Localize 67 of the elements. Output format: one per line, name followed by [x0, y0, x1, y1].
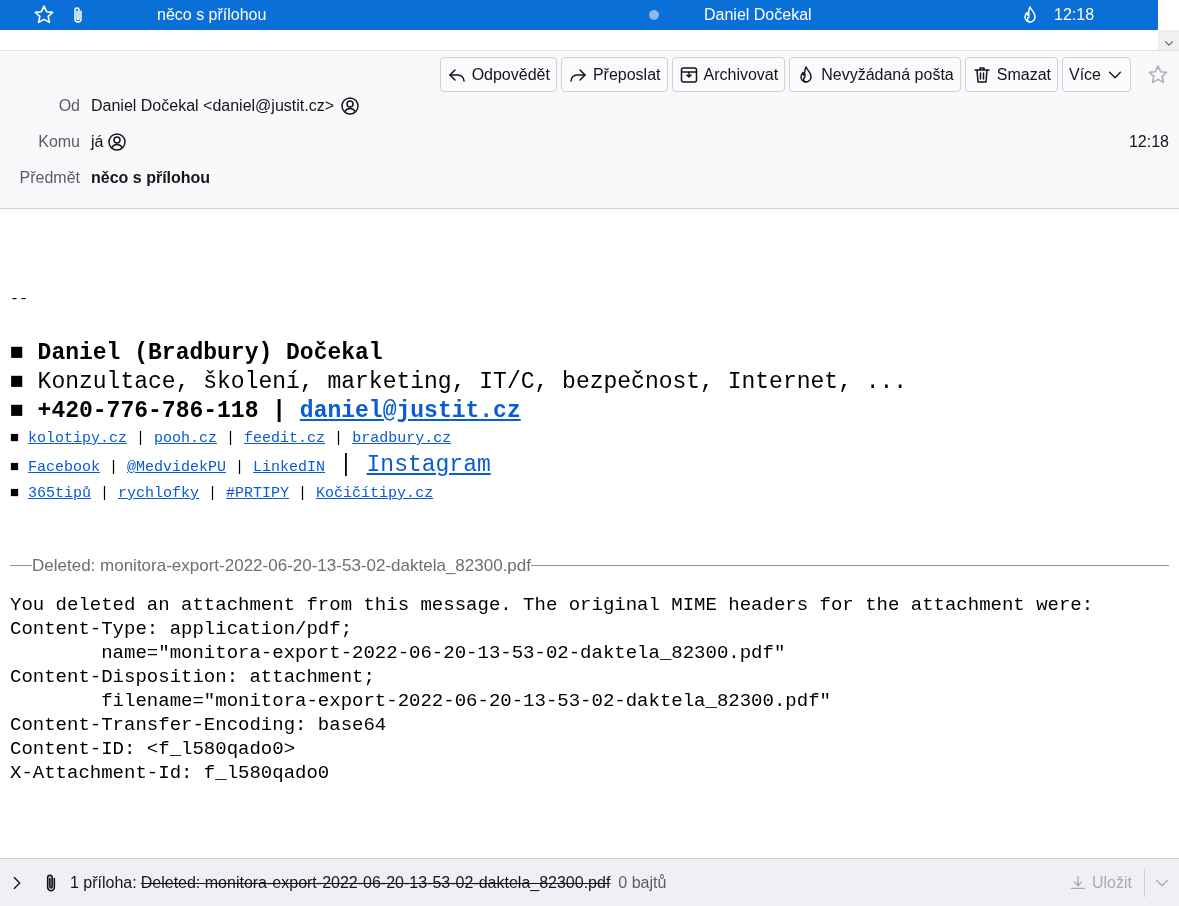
recipient-name[interactable]: já: [91, 130, 104, 154]
signature-link[interactable]: kolotipy.cz: [28, 430, 128, 447]
signature-link[interactable]: rychlofky: [118, 485, 200, 502]
contact-icon[interactable]: [107, 132, 128, 152]
junk-button[interactable]: Nevyžádaná pošta: [789, 57, 961, 92]
signature-text: ■: [10, 430, 20, 447]
signature-link[interactable]: 365tipů: [28, 485, 92, 502]
signature-link[interactable]: feedit.cz: [244, 430, 326, 447]
signature-link[interactable]: Facebook: [28, 459, 101, 476]
signature-link[interactable]: Kočičítipy.cz: [316, 485, 434, 502]
signature-text: |: [225, 430, 237, 447]
signature-text: ■ Daniel (Bradbury) Dočekal: [10, 340, 383, 366]
subject-value: něco s přílohou: [91, 168, 211, 188]
header-label: Od: [57, 96, 80, 116]
mime-header-line: Content-Disposition: attachment;: [10, 664, 376, 689]
signature-text: |: [297, 485, 309, 502]
signature-text: |: [99, 485, 111, 502]
mime-header-line: Content-Transfer-Encoding: base64: [10, 712, 388, 737]
unread-dot-icon: [649, 10, 659, 20]
attachment-filename[interactable]: Deleted: monitora-export-2022-06-20-13-53-02-daktela_82300.pdf: [140, 870, 611, 895]
contact-icon[interactable]: [340, 96, 361, 116]
signature-text: ■: [10, 485, 20, 502]
message-row[interactable]: něco s přílohou Daniel Dočekal 12:18: [0, 0, 1158, 30]
mime-header-line: filename="monitora-export-2022-06-20-13-53-02-daktela_82300.pdf": [100, 688, 832, 713]
time-text: 12:18: [1054, 5, 1095, 25]
mime-header-line: X-Attachment-Id: f_l580qado0: [10, 760, 331, 785]
signature-text: |: [207, 485, 219, 502]
signature-text: |: [337, 452, 354, 478]
signature-text: |: [135, 430, 147, 447]
star-icon[interactable]: [1147, 63, 1169, 86]
mime-header-line: name="monitora-export-2022-06-20-13-53-02-daktela_82300.pdf": [100, 640, 787, 665]
header-label: Komu: [37, 132, 80, 152]
subject-text: něco s přílohou: [157, 5, 268, 25]
scrollbar[interactable]: [1158, 0, 1179, 50]
signature-link[interactable]: Instagram: [366, 452, 491, 478]
attachment-legend: Deleted: monitora-export-2022-06-20-13-53-02-daktela_82300.pdf: [32, 553, 531, 579]
trash-can-icon: [971, 64, 992, 85]
delete-button[interactable]: Smazat: [964, 57, 1058, 92]
more-button[interactable]: Více: [1062, 57, 1131, 92]
signature-text: |: [333, 430, 345, 447]
signature-link[interactable]: daniel@justit.cz: [299, 398, 521, 424]
attachment-size: 0 bajtů: [618, 872, 667, 893]
reply-button[interactable]: Odpovědět: [439, 57, 557, 92]
signature-separator: --: [10, 290, 29, 310]
signature-link[interactable]: bradbury.cz: [352, 430, 452, 447]
sender-text: Daniel Dočekal: [704, 5, 813, 25]
archive-box-icon: [678, 64, 699, 85]
forward-button[interactable]: Přeposlat: [560, 57, 668, 92]
sender-address[interactable]: Daniel Dočekal <daniel@justit.cz>: [91, 94, 335, 118]
attachment-count: 1 příloha:: [70, 872, 137, 893]
mime-header-line: Content-ID: <f_l580qado0>: [10, 736, 297, 761]
signature-text: ■: [10, 459, 20, 476]
signature-link[interactable]: pooh.cz: [154, 430, 218, 447]
signature-text: ■ Konzultace, školení, marketing, IT/C, bezpečnost, Internet, ...: [10, 369, 908, 395]
signature-link[interactable]: LinkedIN: [253, 459, 326, 476]
signature-text: ■ +420-776-786-118 |: [10, 398, 288, 424]
header-label: Předmět: [18, 168, 80, 188]
download-icon: [1069, 873, 1087, 892]
mime-header-line: You deleted an attachment from this message. The original MIME headers for the attachment were:: [10, 592, 1095, 617]
mime-header-line: Content-Type: application/pdf;: [10, 616, 354, 641]
signature-text: |: [108, 459, 120, 476]
archive-button[interactable]: Archivovat: [671, 57, 786, 92]
star-icon[interactable]: [33, 4, 55, 26]
signature-link[interactable]: #PRTIPY: [226, 485, 290, 502]
signature-text: |: [234, 459, 246, 476]
date-text: 12:18: [1128, 132, 1169, 152]
signature-link[interactable]: @MedvidekPU: [127, 459, 227, 476]
